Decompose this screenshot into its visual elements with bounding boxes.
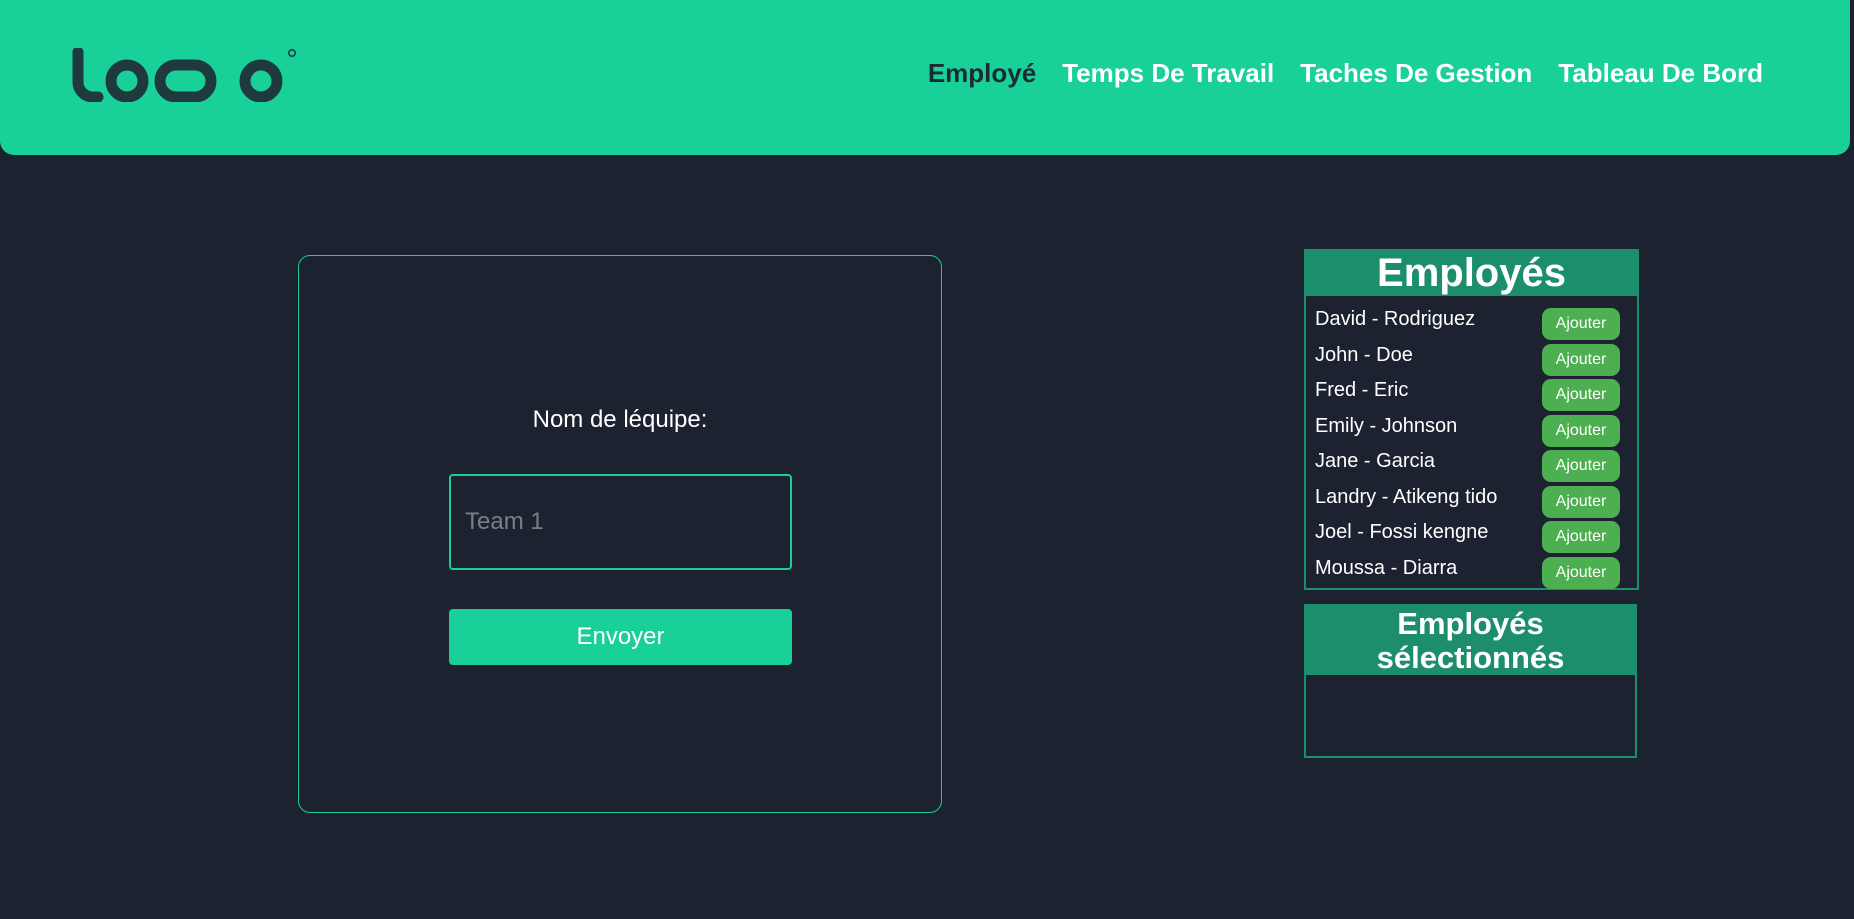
main-nav: Employé Temps De Travail Taches De Gesti… — [928, 58, 1763, 89]
employee-row: Jane - Garcia Ajouter — [1306, 449, 1637, 485]
selected-title-line1: Employés — [1397, 606, 1544, 641]
add-employee-button[interactable]: Ajouter — [1542, 485, 1620, 518]
add-employee-button[interactable]: Ajouter — [1542, 450, 1620, 482]
selected-employees-panel: Employés sélectionnés — [1304, 604, 1637, 758]
nav-temps-de-travail[interactable]: Temps De Travail — [1062, 58, 1274, 89]
employee-name: Jane - Garcia — [1315, 450, 1436, 472]
team-form-card: Nom de léquipe: Envoyer — [298, 255, 942, 813]
employee-name: John - Doe — [1315, 343, 1413, 366]
team-name-label: Nom de léquipe: — [532, 406, 708, 433]
employee-row: Emily - Johnson Ajouter — [1306, 414, 1637, 450]
employee-row: Fred - Eric Ajouter — [1306, 378, 1637, 414]
selected-employees-title: Employés sélectionnés — [1306, 606, 1635, 675]
nav-employe[interactable]: Employé — [928, 58, 1036, 89]
add-employee-button[interactable]: Ajouter — [1542, 556, 1620, 589]
employee-list: David - Rodriguez Ajouter John - Doe Ajo… — [1306, 296, 1637, 591]
add-employee-button[interactable]: Ajouter — [1542, 414, 1620, 447]
employee-name: Landry - Atikeng tido — [1315, 485, 1498, 508]
employee-name: David - Rodriguez — [1315, 308, 1476, 330]
employee-name: Emily - Johnson — [1315, 414, 1458, 437]
employees-panel: Employés David - Rodriguez Ajouter John … — [1304, 249, 1639, 590]
employee-name: Fred - Eric — [1315, 379, 1409, 401]
employee-row: David - Rodriguez Ajouter — [1306, 307, 1637, 343]
employee-row: Landry - Atikeng tido Ajouter — [1306, 485, 1637, 521]
submit-button[interactable]: Envoyer — [449, 609, 792, 665]
nav-taches-de-gestion[interactable]: Taches De Gestion — [1300, 58, 1532, 89]
selected-employees-list — [1306, 675, 1635, 756]
add-employee-button[interactable]: Ajouter — [1542, 343, 1620, 376]
selected-title-line2: sélectionnés — [1376, 640, 1565, 675]
team-name-input[interactable] — [449, 474, 792, 570]
employees-panel-title: Employés — [1306, 251, 1637, 296]
employee-row: Moussa - Diarra Ajouter — [1306, 556, 1637, 592]
logo-icon[interactable] — [72, 48, 297, 102]
add-employee-button[interactable]: Ajouter — [1542, 379, 1620, 411]
add-employee-button[interactable]: Ajouter — [1542, 308, 1620, 340]
employee-name: Moussa - Diarra — [1315, 556, 1458, 579]
employee-row: Joel - Fossi kengne Ajouter — [1306, 520, 1637, 556]
employee-name: Joel - Fossi kengne — [1315, 521, 1489, 543]
top-navbar: Employé Temps De Travail Taches De Gesti… — [0, 0, 1850, 155]
add-employee-button[interactable]: Ajouter — [1542, 521, 1620, 553]
nav-tableau-de-bord[interactable]: Tableau De Bord — [1558, 58, 1763, 89]
employee-row: John - Doe Ajouter — [1306, 343, 1637, 379]
